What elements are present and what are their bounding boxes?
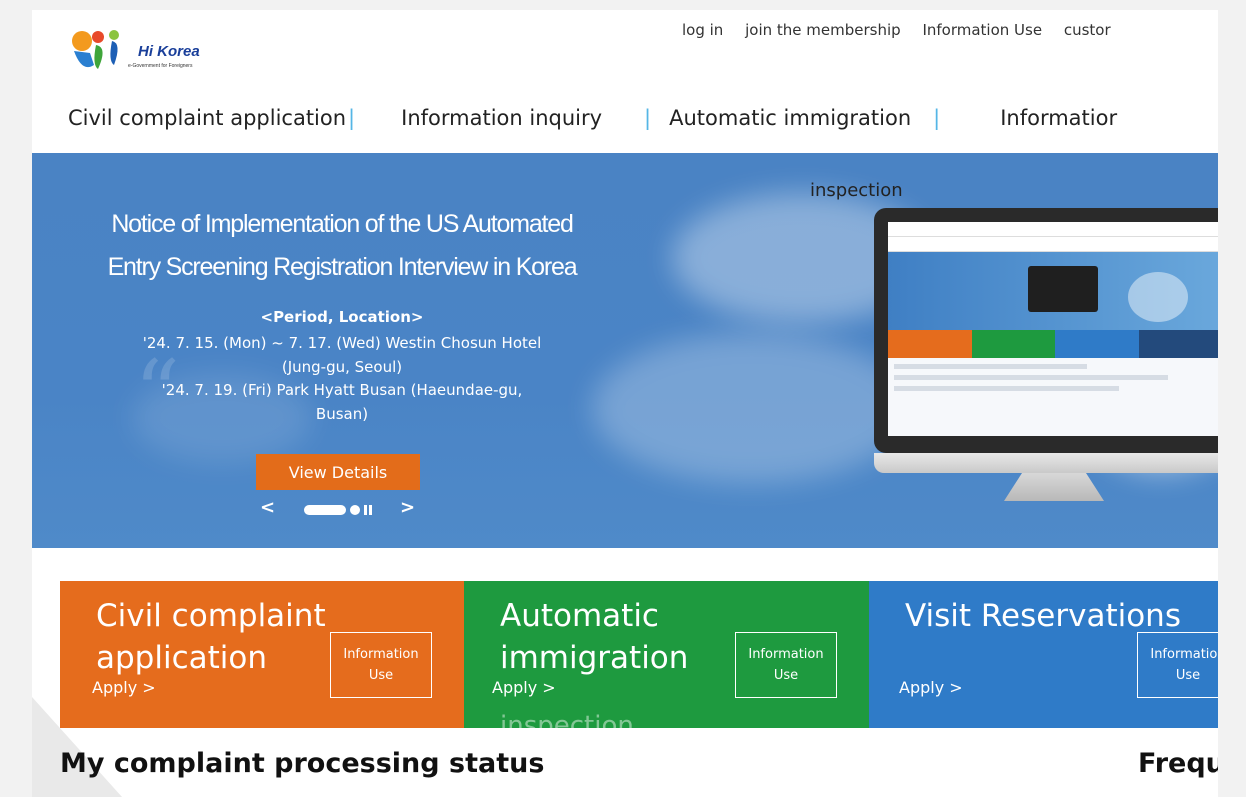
join-membership-link[interactable]: join the membership (745, 21, 901, 39)
tile-title-line: application (96, 640, 267, 676)
cloud-decoration (592, 333, 912, 483)
banner-body: '24. 7. 15. (Mon) ~ 7. 17. (Wed) Westin … (82, 332, 602, 426)
tile-title: Visit Reservations (905, 598, 1181, 634)
tile-title-line: immigration (500, 640, 689, 676)
tile-title: Civil complaint application (96, 595, 326, 679)
tile-visit-reservations[interactable]: Visit Reservations Apply > Information U… (869, 581, 1218, 728)
tile-info-label: Use (1175, 668, 1201, 683)
tile-title-line: Civil complaint (96, 598, 326, 634)
tile-information-use-button[interactable]: Information Use (1137, 632, 1218, 698)
view-details-button[interactable]: View Details (256, 454, 420, 490)
complaint-status-heading: My complaint processing status (60, 748, 545, 779)
tile-info-label: Use (368, 668, 394, 683)
tile-information-use-button[interactable]: Information Use (330, 632, 432, 698)
information-use-link[interactable]: Information Use (922, 21, 1042, 39)
tile-apply-link[interactable]: Apply > (492, 678, 556, 697)
page: Hi Korea e-Government for Foreigners log… (32, 10, 1218, 797)
tile-apply-link[interactable]: Apply > (899, 678, 963, 697)
main-nav: Civil complaint application| Information … (68, 106, 1117, 130)
logo-text: Hi Korea (138, 43, 200, 60)
tile-title: Automatic immigration (500, 595, 688, 679)
logo-subtitle: e-Government for Foreigners (128, 63, 193, 69)
service-tiles: Civil complaint application Apply > Info… (60, 581, 1218, 741)
slider-prev-arrow[interactable]: < (260, 497, 275, 518)
banner-overflow-label: inspection (810, 180, 903, 201)
nav-item-civil-complaint[interactable]: Civil complaint application (68, 106, 346, 130)
tile-title-overflow: inspection (500, 711, 634, 741)
banner-body-line: '24. 7. 19. (Fri) Park Hyatt Busan (Haeu… (161, 381, 523, 399)
slider-indicator-active[interactable] (304, 505, 346, 515)
utility-nav: log in join the membership Information U… (682, 21, 1128, 39)
tile-apply-link[interactable]: Apply > (92, 678, 156, 697)
tile-info-label: Information (343, 647, 419, 662)
nav-separator: | (348, 106, 356, 130)
nav-separator: | (933, 106, 941, 130)
banner-title-line: Entry Screening Registration Interview i… (107, 253, 578, 281)
slider-pause-icon[interactable] (364, 505, 374, 515)
tile-information-use-button[interactable]: Information Use (735, 632, 837, 698)
banner-title-line: Notice of Implementation of the US Autom… (111, 210, 574, 238)
monitor-frame (874, 208, 1218, 453)
frequently-heading: Frequ (1138, 748, 1218, 779)
banner-body-line: '24. 7. 15. (Mon) ~ 7. 17. (Wed) Westin … (142, 334, 542, 352)
slider-controls: < > (260, 497, 420, 523)
tile-info-label: Use (773, 668, 799, 683)
customer-link[interactable]: custor (1064, 21, 1111, 39)
tile-civil-complaint[interactable]: Civil complaint application Apply > Info… (60, 581, 464, 728)
banner-body-line: (Jung-gu, Seoul) (281, 357, 403, 376)
nav-separator: | (644, 106, 652, 130)
banner-subtitle: <Period, Location> (260, 308, 424, 326)
tile-automatic-immigration[interactable]: Automatic immigration Apply > Informatio… (464, 581, 869, 741)
tile-title-line: Automatic (500, 598, 659, 634)
banner-title: Notice of Implementation of the US Autom… (72, 203, 612, 289)
hikorea-logo[interactable]: Hi Korea e-Government for Foreigners (68, 25, 248, 75)
monitor-stand (1004, 473, 1104, 501)
tile-info-label: Information (1150, 647, 1218, 662)
main-banner: “ Notice of Implementation of the US Aut… (32, 153, 1218, 548)
nav-item-automatic-immigration[interactable]: Automatic immigration (669, 106, 911, 130)
login-link[interactable]: log in (682, 21, 723, 39)
monitor-chin (874, 453, 1218, 473)
tile-info-label: Information (748, 647, 824, 662)
monitor-screen (888, 222, 1218, 436)
slider-indicator-dot[interactable] (350, 505, 360, 515)
nav-item-information[interactable]: Informatior (1000, 106, 1117, 130)
banner-body-line: Busan) (315, 404, 369, 423)
monitor-illustration (874, 208, 1218, 508)
slider-next-arrow[interactable]: > (400, 497, 415, 518)
nav-item-information-inquiry[interactable]: Information inquiry (401, 106, 602, 130)
